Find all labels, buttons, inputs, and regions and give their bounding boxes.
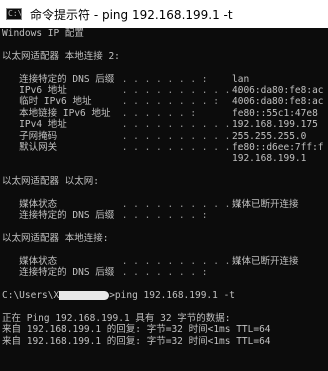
adapter-header: 以太网适配器 本地连接 2:: [2, 50, 120, 62]
window-title: 命令提示符 - ping 192.168.199.1 -t: [30, 7, 233, 22]
console-line: 192.168.199.1: [232, 153, 307, 165]
console-line: 来自 192.168.199.1 的回复: 字节=32 时间<1ms TTL=6…: [2, 335, 271, 347]
cmd-icon: C:\: [6, 8, 22, 20]
console-line: 默认网关 . . . . . . . . . . : fe80::d6ee:7ff…: [2, 141, 324, 153]
console-line: 子网掩码 . . . . . . . . . . :255.255.255.0: [2, 130, 307, 142]
console-line: IPv4 地址 . . . . . . . . . . :192.168.199…: [2, 119, 318, 131]
command-prompt[interactable]: C:\Users\X >ping 192.168.199.1 -t: [0, 290, 328, 301]
console-line: 媒体状态 . . . . . . . . . . : 媒体已断开连接: [2, 255, 299, 267]
adapter-header: 以太网适配器 以太网:: [2, 176, 99, 188]
title-bar[interactable]: C:\ 命令提示符 - ping 192.168.199.1 -t: [0, 0, 328, 28]
console-output[interactable]: Windows IP 配置 以太网适配器 本地连接 2: 连接特定的 DNS 后…: [0, 28, 328, 371]
console-line: 临时 IPv6 地址 . . . . . . . . :4006:da80:fe…: [2, 96, 324, 108]
console-line: 连接特定的 DNS 后缀 . . . . . . . : lan: [2, 73, 250, 85]
console-line: 来自 192.168.199.1 的回复: 字节=32 时间<1ms TTL=6…: [2, 324, 271, 336]
console-line: 媒体状态 . . . . . . . . . . : 媒体已断开连接: [2, 198, 299, 210]
console-line: 正在 Ping 192.168.199.1 具有 32 字节的数据:: [2, 312, 231, 324]
console-line: IPv6 地址 . . . . . . . . . . :4006:da80:f…: [2, 84, 324, 96]
console-line: 本地链接 IPv6 地址 . . . . . . : fe80::55c1:47e…: [2, 107, 318, 119]
adapter-header: 以太网适配器 本地连接:: [2, 233, 109, 245]
redacted-username: [59, 290, 110, 300]
cmd-window: C:\ 命令提示符 - ping 192.168.199.1 -t Window…: [0, 0, 328, 371]
console-line: Windows IP 配置: [2, 28, 84, 39]
console-line: 连接特定的 DNS 后缀 . . . . . . . :: [2, 210, 208, 222]
console-line: 连接特定的 DNS 后缀 . . . . . . . :: [2, 267, 208, 279]
